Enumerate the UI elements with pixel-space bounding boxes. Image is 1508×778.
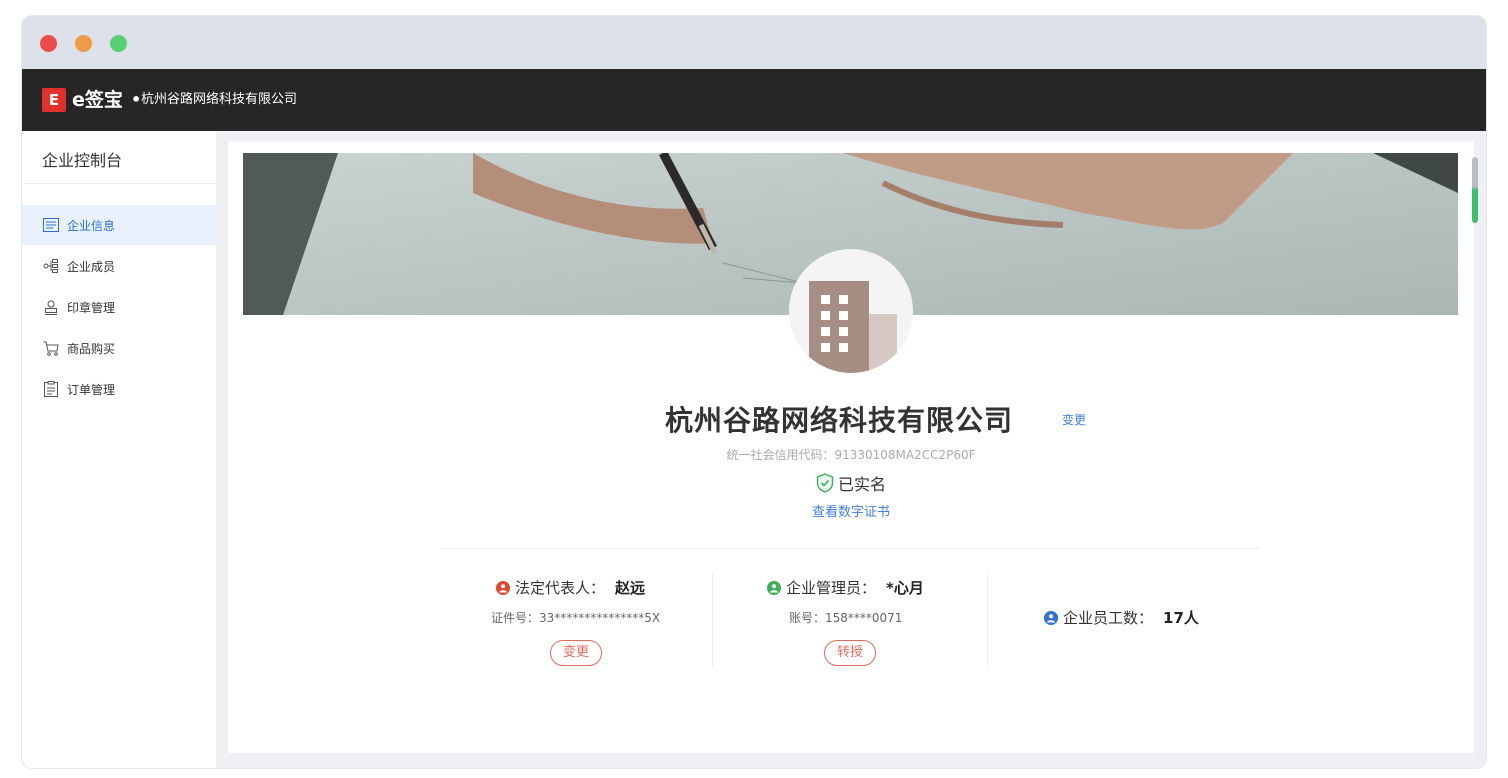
- sidebar-item-company-info[interactable]: 企业信息: [22, 205, 216, 245]
- order-doc-icon: [42, 380, 60, 398]
- company-admin-value: *心月: [886, 579, 924, 597]
- employee-count-value: 17人: [1163, 609, 1199, 627]
- sidebar-item-order-management[interactable]: 订单管理: [22, 369, 216, 409]
- company-admin-label: 企业管理员：: [786, 579, 877, 597]
- building-icon: [809, 281, 897, 373]
- person-blue-icon: [1044, 610, 1058, 625]
- company-admin-row: 企业管理员： *心月: [767, 577, 924, 598]
- legal-representative-row: 法定代表人： 赵远: [496, 577, 645, 598]
- sidebar-item-product-purchase[interactable]: 商品购买: [22, 328, 216, 368]
- view-digital-certificate-link[interactable]: 查看数字证书: [228, 501, 1474, 520]
- sidebar-item-label: 企业成员: [67, 259, 116, 274]
- legal-representative-label: 法定代表人：: [515, 579, 606, 597]
- sidebar-divider: [22, 183, 216, 184]
- info-list-icon: [42, 216, 60, 234]
- sidebar-item-company-members[interactable]: 企业成员: [22, 246, 216, 286]
- column-divider: [987, 573, 988, 667]
- employee-count-label: 企业员工数：: [1063, 609, 1154, 627]
- close-window-button[interactable]: [40, 35, 57, 52]
- change-company-link[interactable]: 变更: [1062, 411, 1086, 428]
- org-tree-icon: [42, 257, 60, 275]
- vertical-scrollbar[interactable]: [1472, 157, 1478, 223]
- sidebar-item-label: 订单管理: [67, 382, 116, 397]
- sidebar-item-seal-management[interactable]: 印章管理: [22, 287, 216, 327]
- window-titlebar: [22, 16, 1486, 69]
- admin-account-text: 账号：158****0071: [789, 611, 903, 625]
- maximize-window-button[interactable]: [110, 35, 127, 52]
- column-divider: [712, 573, 713, 667]
- sidebar-item-label: 印章管理: [67, 300, 116, 315]
- credit-code-text: 统一社会信用代码：91330108MA2CC2P60F: [726, 448, 976, 462]
- legal-rep-id-text: 证件号：33***************5X: [491, 611, 661, 625]
- legal-representative-value: 赵远: [615, 579, 646, 597]
- browser-window: E e签宝 • 杭州谷路网络科技有限公司 企业控制台 企业信息 企业成员 印章管…: [22, 16, 1486, 768]
- change-legal-rep-button[interactable]: 变更: [550, 640, 602, 666]
- minimize-window-button[interactable]: [75, 35, 92, 52]
- sidebar-item-label: 企业信息: [67, 218, 116, 233]
- verified-status: 已实名: [228, 471, 1474, 495]
- cart-icon: [42, 339, 60, 357]
- company-name-heading: 杭州谷路网络科技有限公司: [665, 404, 1014, 437]
- verified-shield-icon: [816, 473, 834, 493]
- person-red-icon: [496, 580, 510, 595]
- employee-count-row: 企业员工数： 17人: [1044, 607, 1199, 628]
- header-company-name: 杭州谷路网络科技有限公司: [141, 92, 298, 107]
- brand-name[interactable]: e签宝: [72, 87, 123, 113]
- info-divider: [440, 548, 1260, 549]
- sidebar-title: 企业控制台: [42, 151, 123, 170]
- esign-logo-icon[interactable]: E: [42, 88, 66, 112]
- company-building-avatar: [789, 249, 913, 373]
- sidebar-item-label: 商品购买: [67, 341, 116, 356]
- app-header: E e签宝 • 杭州谷路网络科技有限公司: [22, 69, 1486, 131]
- brand-separator: •: [131, 90, 142, 109]
- person-green-icon: [767, 580, 781, 595]
- main-content: 杭州谷路网络科技有限公司 变更 统一社会信用代码：91330108MA2CC2P…: [228, 141, 1478, 753]
- transfer-admin-button[interactable]: 转授: [824, 640, 876, 666]
- verified-label: 已实名: [837, 475, 886, 494]
- seal-icon: [42, 298, 60, 316]
- sidebar: 企业控制台 企业信息 企业成员 印章管理 商品购买 订单管理: [22, 131, 216, 768]
